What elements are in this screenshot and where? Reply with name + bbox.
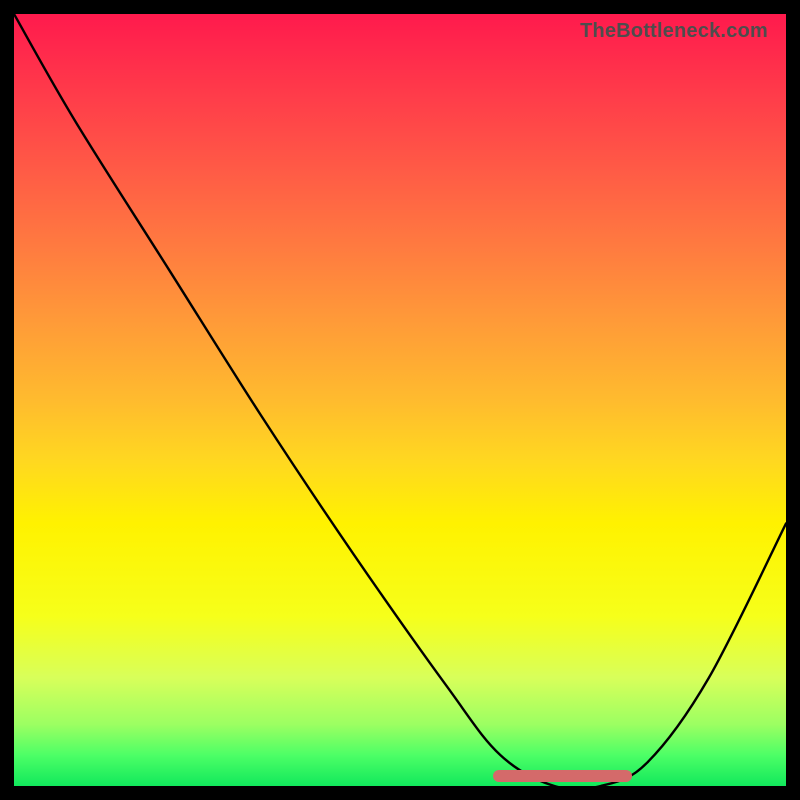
watermark-text: TheBottleneck.com: [580, 20, 768, 43]
chart-frame: TheBottleneck.com: [0, 0, 800, 800]
bottleneck-curve: [14, 14, 786, 786]
curve-layer: [14, 14, 786, 786]
optimal-range-marker: [493, 770, 632, 782]
plot-area: TheBottleneck.com: [14, 14, 786, 786]
